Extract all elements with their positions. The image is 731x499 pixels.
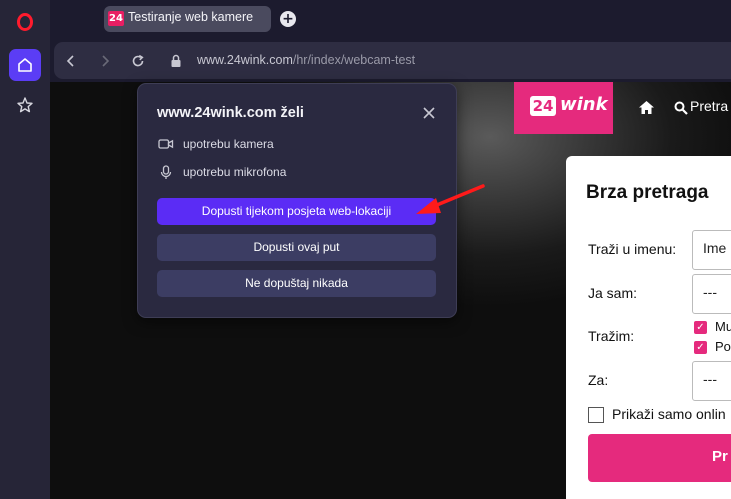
for-select[interactable]: --- bbox=[692, 361, 731, 401]
allow-once-button[interactable]: Dopusti ovaj put bbox=[157, 234, 436, 261]
tab-title: Testiranje web kamere bbox=[128, 10, 254, 24]
home-icon bbox=[18, 58, 32, 72]
i-am-select[interactable]: --- bbox=[692, 274, 731, 314]
online-only-label: Prikaži samo onlin bbox=[612, 406, 726, 422]
camera-icon bbox=[158, 139, 174, 149]
tab-strip: 24 Testiranje web kamere + bbox=[50, 0, 731, 40]
seeking-checkbox-1[interactable]: ✓ bbox=[694, 321, 707, 334]
forward-button[interactable] bbox=[96, 52, 114, 70]
seeking-option-2: Po bbox=[715, 339, 731, 354]
permission-microphone-label: upotrebu mikrofona bbox=[183, 165, 287, 179]
browser-tab[interactable]: 24 Testiranje web kamere bbox=[104, 6, 271, 32]
home-icon[interactable] bbox=[638, 100, 655, 115]
nav-search-link[interactable]: Pretra bbox=[690, 98, 728, 114]
for-label: Za: bbox=[588, 372, 609, 388]
quick-search-panel: Brza pretraga Traži u imenu: Ime Ja sam:… bbox=[566, 156, 731, 499]
online-only-checkbox[interactable] bbox=[588, 407, 604, 423]
reload-button[interactable] bbox=[129, 52, 147, 70]
for-value: --- bbox=[703, 371, 717, 387]
permission-camera-label: upotrebu kamera bbox=[183, 137, 274, 151]
opera-logo[interactable] bbox=[17, 13, 33, 31]
logo-word: wink bbox=[560, 94, 608, 115]
name-input[interactable]: Ime bbox=[692, 230, 731, 270]
chevron-left-icon bbox=[66, 55, 74, 67]
tab-favicon: 24 bbox=[108, 11, 124, 26]
reload-icon bbox=[132, 54, 144, 67]
microphone-icon bbox=[160, 165, 172, 179]
search-submit-button[interactable]: Pr bbox=[588, 434, 731, 482]
address-bar[interactable]: www.24wink.com/hr/index/webcam-test bbox=[54, 42, 731, 79]
back-button[interactable] bbox=[62, 52, 80, 70]
browser-sidebar bbox=[0, 0, 50, 499]
panel-title: Brza pretraga bbox=[586, 182, 709, 203]
i-am-value: --- bbox=[703, 284, 717, 300]
sidebar-home-button[interactable] bbox=[9, 49, 41, 81]
chevron-right-icon bbox=[102, 55, 110, 67]
url-text[interactable]: www.24wink.com/hr/index/webcam-test bbox=[197, 53, 415, 67]
site-info-button[interactable] bbox=[167, 52, 185, 70]
seeking-label: Tražim: bbox=[588, 328, 635, 344]
search-icon[interactable] bbox=[674, 101, 688, 115]
never-allow-button[interactable]: Ne dopuštaj nikada bbox=[157, 270, 436, 297]
close-icon[interactable] bbox=[421, 105, 437, 121]
i-am-label: Ja sam: bbox=[588, 285, 638, 301]
sidebar-pinboard-button[interactable] bbox=[9, 89, 41, 121]
star-icon bbox=[17, 97, 33, 113]
popup-title: www.24wink.com želi bbox=[157, 105, 304, 121]
permission-popup: www.24wink.com želi upotrebu kamera upot… bbox=[137, 83, 457, 318]
site-logo[interactable]: 24 wink bbox=[514, 82, 613, 134]
lock-icon bbox=[171, 54, 181, 67]
url-path: /hr/index/webcam-test bbox=[292, 53, 416, 67]
url-host: www.24wink.com bbox=[197, 53, 293, 67]
name-label: Traži u imenu: bbox=[588, 241, 677, 257]
submit-label: Pr bbox=[712, 448, 728, 465]
allow-site-button[interactable]: Dopusti tijekom posjeta web-lokaciji bbox=[157, 198, 436, 225]
browser-toolbar: www.24wink.com/hr/index/webcam-test bbox=[50, 40, 731, 82]
seeking-option-1: Mu bbox=[715, 319, 731, 334]
new-tab-button[interactable]: + bbox=[280, 11, 296, 27]
name-placeholder: Ime bbox=[703, 240, 727, 256]
logo-number: 24 bbox=[530, 96, 556, 116]
seeking-checkbox-2[interactable]: ✓ bbox=[694, 341, 707, 354]
